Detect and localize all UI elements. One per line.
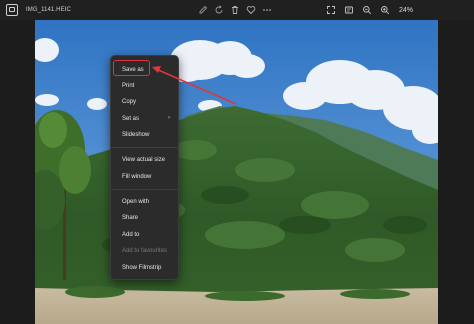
menu-item-share[interactable]: Share (115, 211, 174, 225)
delete-icon[interactable] (227, 2, 243, 18)
more-icon[interactable] (259, 2, 275, 18)
zoom-level[interactable]: 24% (399, 7, 413, 14)
menu-divider (111, 147, 178, 148)
photo-view[interactable] (35, 20, 438, 324)
rotate-icon[interactable] (211, 2, 227, 18)
menu-item-open-with[interactable]: Open with (115, 195, 174, 209)
menu-item-add-to[interactable]: Add to (115, 228, 174, 242)
zoom-out-icon[interactable] (359, 2, 375, 18)
toolbar-actions (195, 0, 275, 20)
menu-item-fill-window[interactable]: Fill window (115, 170, 174, 184)
menu-item-print[interactable]: Print (115, 79, 174, 93)
menu-item-copy[interactable]: Copy (115, 95, 174, 109)
landscape-photo (35, 20, 438, 324)
favorite-icon[interactable] (243, 2, 259, 18)
photos-app-icon (6, 4, 18, 16)
menu-item-show-filmstrip[interactable]: Show Filmstrip (115, 261, 174, 275)
info-icon[interactable] (341, 2, 357, 18)
fullscreen-icon[interactable] (323, 2, 339, 18)
menu-divider (111, 189, 178, 190)
menu-item-add-to-favourites: Add to favourites (122, 248, 168, 254)
window-title: IMG_1141.HEIC (26, 7, 71, 13)
zoom-in-icon[interactable] (377, 2, 393, 18)
chevron-right-icon: › (168, 115, 170, 121)
edit-icon[interactable] (195, 2, 211, 18)
menu-item-slideshow[interactable]: Slideshow (115, 128, 174, 142)
menu-item-set-as[interactable]: Set as › (115, 112, 174, 126)
context-menu: Save as Print Copy Set as › Slideshow Vi… (110, 55, 179, 280)
menu-item-view-actual-size[interactable]: View actual size (115, 153, 174, 167)
save-as-highlight (113, 60, 150, 76)
toolbar-view: 24% (323, 0, 419, 20)
